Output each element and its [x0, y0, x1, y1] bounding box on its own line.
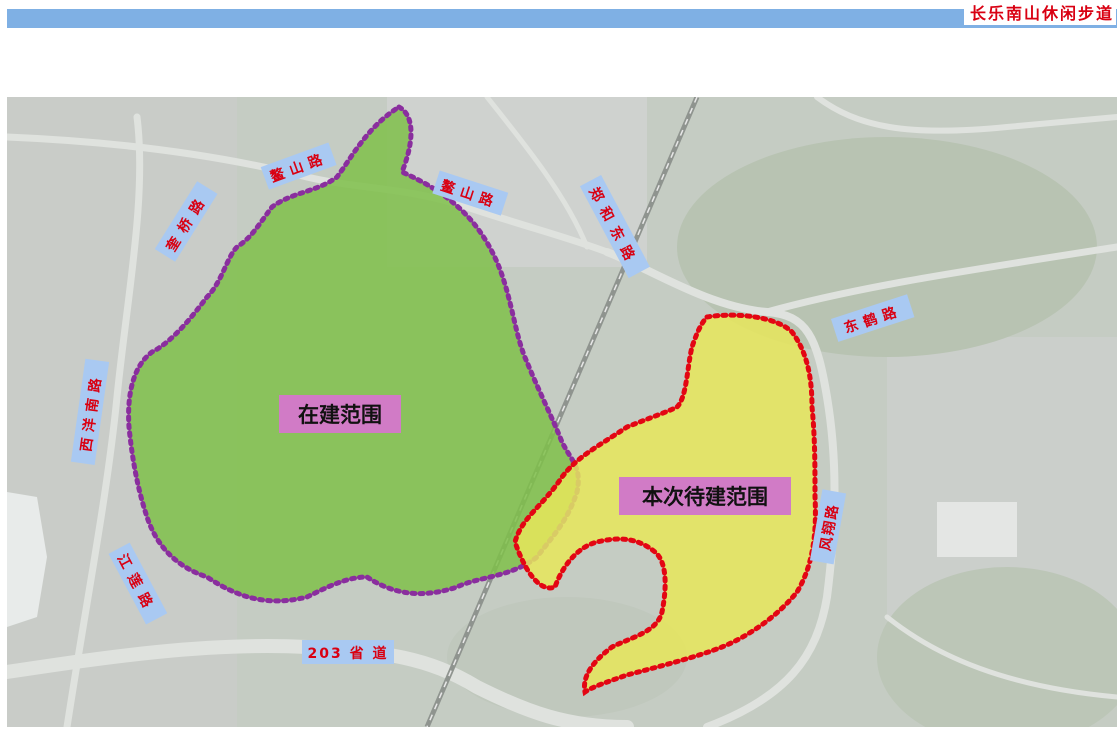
open-lot: [937, 502, 1017, 557]
built-area-label: 在建范围: [298, 403, 382, 427]
road-label-provincial-203-text: 203 省 道: [308, 645, 389, 662]
header-bar: [7, 9, 1117, 28]
header-title: 长乐南山休闲步道: [963, 3, 1116, 25]
map-canvas[interactable]: 在建范围 本次待建范围 鳌山路 鳌山路 奎桥路 郑和东路 东鹤路 西洋南路 风翔…: [7, 97, 1117, 727]
planned-area-label: 本次待建范围: [642, 485, 768, 509]
map-svg: 在建范围 本次待建范围 鳌山路 鳌山路 奎桥路 郑和东路 东鹤路 西洋南路 风翔…: [7, 97, 1117, 727]
road-label-provincial-203: 203 省 道: [302, 640, 394, 664]
